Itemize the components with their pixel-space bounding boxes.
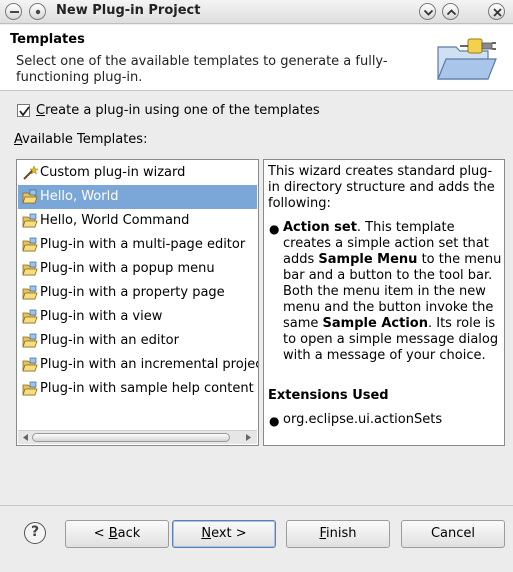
template-item-label: Plug-in with a multi-page editor (40, 237, 246, 252)
folder-icon (22, 381, 38, 401)
use-template-label: Create a plug-in using one of the templa… (36, 103, 320, 118)
folder-icon (22, 285, 38, 305)
bullet-icon: ● (269, 414, 280, 428)
horizontal-scrollbar[interactable] (18, 430, 257, 444)
folder-icon (22, 237, 38, 257)
folder-icon (22, 357, 38, 377)
maximize-icon[interactable] (442, 3, 459, 20)
template-item-label: Hello, World Command (40, 213, 190, 228)
extension-item: org.eclipse.ui.actionSets (283, 412, 443, 427)
template-item-label: Plug-in with an editor (40, 333, 179, 348)
available-templates-label: Available Templates: (14, 132, 148, 147)
wizard-header: Templates Select one of the available te… (0, 25, 513, 91)
template-item[interactable]: Custom plug-in wizard (18, 161, 257, 185)
template-item-label: Plug-in with sample help content (40, 381, 254, 396)
back-button[interactable]: < Back (65, 520, 169, 548)
template-item-label: Plug-in with a property page (40, 285, 225, 300)
scroll-left-icon[interactable] (21, 433, 30, 442)
folder-icon (22, 333, 38, 353)
next-button[interactable]: Next > (172, 520, 276, 548)
use-template-checkbox[interactable] (17, 104, 30, 117)
wand-icon (22, 165, 39, 185)
folder-icon (22, 261, 38, 281)
template-item[interactable]: Plug-in with a popup menu (18, 257, 257, 281)
template-item[interactable]: Plug-in with sample help content (18, 377, 257, 401)
template-description-pane: This wizard creates standard plug-in dir… (263, 159, 505, 446)
help-button[interactable]: ? (24, 522, 46, 544)
extensions-used-heading: Extensions Used (268, 388, 389, 403)
template-item-label: Hello, World (40, 189, 119, 204)
bullet-icon: ● (269, 222, 280, 236)
template-item[interactable]: Hello, World (18, 185, 257, 209)
button-bar-separator (0, 505, 513, 506)
title-bar: New Plug-in Project (0, 0, 513, 24)
page-title: Templates (10, 32, 85, 47)
scroll-right-icon[interactable] (244, 433, 253, 442)
template-item-label: Plug-in with a popup menu (40, 261, 215, 276)
template-item-label: Custom plug-in wizard (40, 165, 186, 180)
minimize-icon[interactable] (419, 3, 436, 20)
template-item[interactable]: Plug-in with an editor (18, 329, 257, 353)
template-item[interactable]: Plug-in with an incremental project (18, 353, 259, 377)
description-intro: This wizard creates standard plug-in dir… (268, 164, 495, 211)
description-bullet: Action set. This template creates a simp… (283, 220, 502, 363)
template-item[interactable]: Hello, World Command (18, 209, 257, 233)
close-icon[interactable] (488, 3, 505, 20)
template-item-label: Plug-in with a view (40, 309, 163, 324)
window-menu-icon[interactable] (5, 3, 22, 20)
templates-list[interactable]: Custom plug-in wizard Hello, World Hello, … (16, 159, 259, 446)
folder-icon (22, 213, 38, 233)
template-item[interactable]: Plug-in with a view (18, 305, 257, 329)
template-item[interactable]: Plug-in with a property page (18, 281, 257, 305)
scrollbar-thumb[interactable] (32, 433, 230, 442)
folder-icon (22, 189, 38, 209)
finish-button[interactable]: Finish (286, 520, 390, 548)
folder-icon (22, 309, 38, 329)
window-title: New Plug-in Project (56, 3, 201, 18)
page-description: Select one of the available templates to… (16, 54, 388, 85)
window-pin-icon[interactable] (29, 3, 46, 20)
cancel-button[interactable]: Cancel (401, 520, 505, 548)
new-plugin-wizard-icon (432, 33, 502, 87)
template-item-label: Plug-in with an incremental project (40, 357, 259, 372)
template-item[interactable]: Plug-in with a multi-page editor (18, 233, 257, 257)
